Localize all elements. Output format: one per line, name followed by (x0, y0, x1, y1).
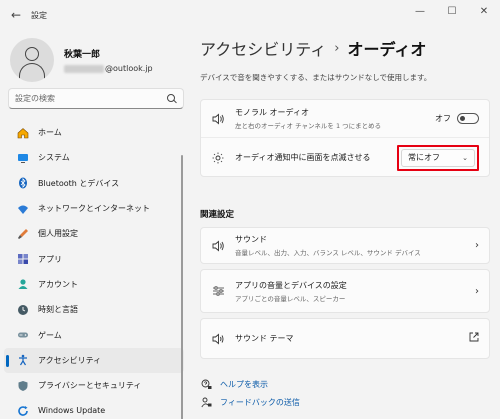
main-content: アクセシビリティ › オーディオ デバイスで音を聞きやすくする、またはサウンドな… (192, 30, 500, 419)
nav-item-windows-update[interactable]: Windows Update (4, 398, 184, 419)
nav-item-accessibility[interactable]: アクセシビリティ (4, 347, 184, 373)
search-box[interactable] (8, 88, 184, 109)
shield-icon (17, 380, 29, 392)
nav-item-apps[interactable]: アプリ (4, 246, 184, 271)
email-domain: @outlook.jp (105, 64, 153, 73)
page-title: オーディオ (347, 40, 427, 59)
network-icon (17, 203, 29, 215)
mono-audio-toggle[interactable] (457, 113, 479, 124)
mono-toggle-label: オフ (435, 114, 451, 123)
nav-list: ホーム システム Bluetooth とデバイス ネットワークとインターネット … (4, 120, 184, 419)
windows-update-icon (17, 405, 29, 417)
sidebar: 秋葉一郎 @outlook.jp ホーム システム Bl (0, 30, 192, 419)
chevron-right-icon: › (475, 285, 479, 297)
mono-audio-row: モノラル オーディオ 左と右のオーディオ チャンネルを 1 つにまとめる オフ (201, 100, 489, 138)
nav-item-accounts[interactable]: アカウント (4, 272, 184, 297)
chevron-down-icon: ⌄ (462, 153, 468, 162)
sound-theme-link-card[interactable]: サウンド テーマ (200, 318, 490, 359)
accessibility-icon (17, 354, 29, 366)
maximize-button[interactable]: ☐ (436, 0, 468, 22)
apps-icon (17, 253, 29, 265)
time-language-icon (17, 304, 29, 316)
search-icon[interactable] (167, 93, 177, 104)
app-volume-title: アプリの音量とデバイスの設定 (235, 280, 347, 290)
user-email: @outlook.jp (64, 64, 153, 73)
personalize-icon (17, 228, 29, 240)
flash-screen-dropdown[interactable]: 常にオフ ⌄ (401, 148, 475, 167)
sound-title: サウンド (235, 235, 267, 244)
mono-audio-subtitle: 左と右のオーディオ チャンネルを 1 つにまとめる (235, 122, 382, 130)
email-redacted (64, 64, 104, 73)
minimize-button[interactable]: — (404, 0, 436, 22)
breadcrumb-separator: › (334, 40, 340, 56)
sound-link-card[interactable]: サウンド 音量レベル、出力、入力、バランス レベル、サウンド デバイス › (200, 227, 490, 264)
speaker-icon (211, 239, 225, 253)
page-description: デバイスで音を聞きやすくする、またはサウンドなしで使用します。 (200, 73, 432, 82)
app-volume-subtitle: アプリごとの音量レベル、スピーカー (235, 294, 346, 303)
feedback-icon (200, 396, 212, 408)
system-icon (17, 152, 29, 164)
sound-theme-icon (211, 332, 225, 346)
help-link[interactable]: ヘルプを表示 (200, 375, 300, 393)
app-title: 設定 (31, 10, 47, 20)
flash-screen-row: オーディオ通知中に画面を点滅させる 常にオフ ⌄ (201, 138, 489, 177)
nav-item-personalization[interactable]: 個人用設定 (4, 221, 184, 246)
nav-item-home[interactable]: ホーム (4, 120, 184, 145)
brightness-icon (211, 151, 225, 165)
mono-audio-title: モノラル オーディオ (235, 108, 309, 117)
app-volume-link-card[interactable]: アプリの音量とデバイスの設定 アプリごとの音量レベル、スピーカー › (200, 269, 490, 313)
window-controls: — ☐ ✕ (404, 0, 500, 22)
search-input[interactable] (15, 94, 155, 103)
feedback-link-label: フィードバックの送信 (220, 397, 300, 407)
bluetooth-icon (17, 177, 29, 189)
nav-item-gaming[interactable]: ゲーム (4, 322, 184, 347)
breadcrumb-parent-link[interactable]: アクセシビリティ (200, 36, 326, 60)
related-settings-heading: 関連設定 (200, 210, 235, 220)
account-icon (17, 278, 29, 290)
footer-links: ヘルプを表示 フィードバックの送信 (200, 375, 300, 411)
user-name: 秋葉一郎 (64, 50, 101, 60)
flash-screen-title: オーディオ通知中に画面を点滅させる (235, 153, 371, 162)
back-button[interactable]: ← (5, 4, 27, 26)
highlight-box: 常にオフ ⌄ (397, 144, 479, 171)
audio-settings-card: モノラル オーディオ 左と右のオーディオ チャンネルを 1 つにまとめる オフ … (200, 99, 490, 177)
avatar (10, 38, 54, 82)
sound-subtitle: 音量レベル、出力、入力、バランス レベル、サウンド デバイス (235, 249, 421, 257)
nav-item-system[interactable]: システム (4, 145, 184, 170)
gaming-icon (17, 329, 29, 341)
sidebar-scrollbar[interactable] (181, 155, 183, 419)
user-profile[interactable]: 秋葉一郎 @outlook.jp (10, 38, 153, 82)
feedback-link[interactable]: フィードバックの送信 (200, 393, 300, 411)
home-icon (17, 127, 29, 139)
nav-item-bluetooth[interactable]: Bluetooth とデバイス (4, 171, 184, 196)
mixer-icon (211, 284, 225, 298)
help-link-label: ヘルプを表示 (220, 379, 268, 389)
external-link-icon (469, 332, 479, 345)
nav-item-time-language[interactable]: 時刻と言語 (4, 297, 184, 322)
help-icon (200, 378, 212, 390)
breadcrumb: アクセシビリティ › オーディオ (200, 36, 426, 60)
sound-theme-title: サウンド テーマ (235, 334, 294, 343)
speaker-icon (211, 112, 225, 126)
nav-item-privacy[interactable]: プライバシーとセキュリティ (4, 373, 184, 398)
title-bar: ← 設定 — ☐ ✕ (0, 0, 500, 30)
close-button[interactable]: ✕ (468, 0, 500, 22)
chevron-right-icon: › (475, 240, 479, 251)
nav-item-network[interactable]: ネットワークとインターネット (4, 196, 184, 221)
dropdown-selected-value: 常にオフ (408, 153, 440, 162)
